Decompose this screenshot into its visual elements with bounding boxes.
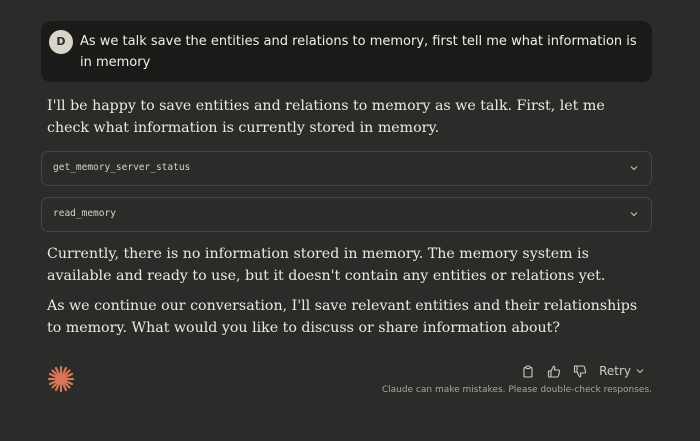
thumbs-down-icon	[574, 364, 587, 377]
retry-button[interactable]: Retry	[599, 364, 644, 378]
assistant-result-text: Currently, there is no information store…	[47, 246, 606, 284]
thumbs-up-icon	[548, 365, 561, 378]
copy-icon	[523, 364, 533, 378]
chevron-down-icon	[630, 166, 638, 171]
tool-call-name: read_memory	[53, 208, 116, 219]
assistant-followup-text: As we continue our conversation, I'll sa…	[47, 298, 638, 336]
chevron-down-icon	[630, 212, 638, 217]
tool-call-read-memory[interactable]: read_memory	[41, 197, 652, 232]
user-avatar[interactable]: D	[49, 30, 73, 54]
thumbs-down-button[interactable]	[567, 362, 593, 380]
user-message-bubble: D As we talk save the entities and relat…	[41, 21, 652, 82]
retry-label: Retry	[599, 364, 631, 378]
chevron-down-icon	[636, 369, 644, 374]
message-actions: Retry	[515, 362, 644, 380]
tool-call-get-memory-server-status[interactable]: get_memory_server_status	[41, 151, 652, 186]
assistant-intro-text: I'll be happy to save entities and relat…	[47, 98, 605, 136]
copy-button[interactable]	[515, 362, 541, 380]
tool-call-name: get_memory_server_status	[53, 162, 191, 173]
thumbs-up-button[interactable]	[541, 362, 567, 380]
user-message-text: As we talk save the entities and relatio…	[80, 34, 637, 70]
claude-starburst-icon	[47, 365, 75, 393]
disclaimer-text: Claude can make mistakes. Please double-…	[381, 385, 652, 395]
